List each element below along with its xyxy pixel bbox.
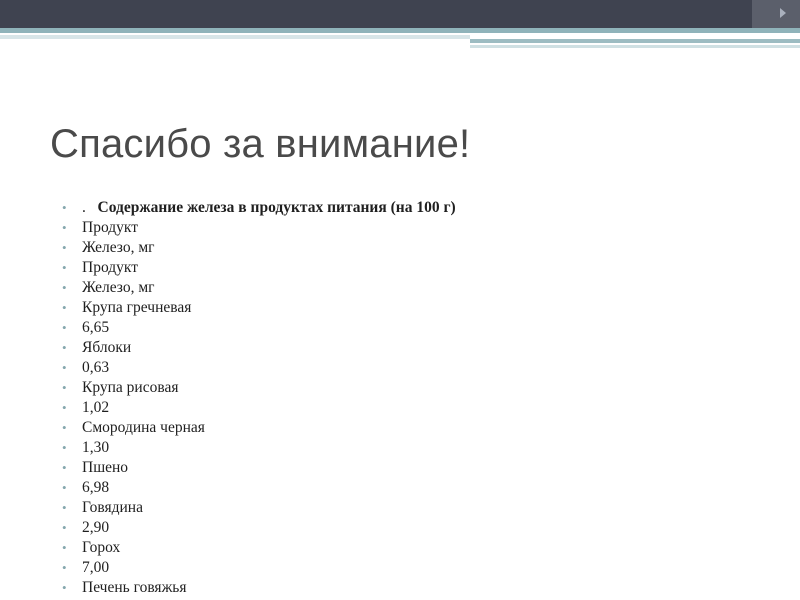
bullet-icon: •	[62, 200, 67, 215]
bullet-icon: •	[62, 380, 67, 395]
list-item-heading: • . Содержание железа в продуктах питани…	[62, 198, 782, 218]
list-item-text: 1,02	[82, 399, 110, 416]
bullet-icon: •	[62, 480, 67, 495]
list-item-text: Крупа рисовая	[82, 379, 179, 396]
list-item-text: Пшено	[82, 459, 129, 476]
list-item: • Крупа гречневая	[62, 298, 782, 318]
bullet-icon: •	[62, 280, 67, 295]
bullet-icon: •	[62, 500, 67, 515]
list-item: • 2,90	[62, 518, 782, 538]
list-item-text: 0,63	[82, 359, 110, 376]
bullet-icon: •	[62, 440, 67, 455]
bullet-icon: •	[62, 520, 67, 535]
bullet-icon: •	[62, 340, 67, 355]
list-item: • Печень говяжья	[62, 578, 782, 598]
list-item: • Говядина	[62, 498, 782, 518]
bullet-icon: •	[62, 560, 67, 575]
bullet-icon: •	[62, 240, 67, 255]
content-list: • . Содержание железа в продуктах питани…	[62, 198, 782, 598]
list-item-text: Яблоки	[82, 339, 132, 356]
heading-text: Содержание железа в продуктах питания (н…	[97, 199, 456, 216]
list-item: • Железо, мг	[62, 238, 782, 258]
slide-title: Спасибо за внимание!	[50, 122, 471, 166]
list-item: • 7,00	[62, 558, 782, 578]
list-item: • Продукт	[62, 258, 782, 278]
list-item-text: 2,90	[82, 519, 110, 536]
list-item-text: 1,30	[82, 439, 110, 456]
list-item-text: Говядина	[82, 499, 143, 516]
list-item: • Яблоки	[62, 338, 782, 358]
list-item-text: 6,98	[82, 479, 110, 496]
top-header-bar	[0, 0, 800, 28]
list-item: • 1,02	[62, 398, 782, 418]
list-item: • 6,65	[62, 318, 782, 338]
bullet-icon: •	[62, 220, 67, 235]
list-item: • 1,30	[62, 438, 782, 458]
bullet-icon: •	[62, 420, 67, 435]
bullet-icon: •	[62, 300, 67, 315]
list-item-text: Продукт	[82, 219, 138, 236]
top-header-bar-end	[752, 0, 800, 28]
bullet-icon: •	[62, 580, 67, 595]
list-item-text: 6,65	[82, 319, 110, 336]
list-item-text: Горох	[82, 539, 121, 556]
corner-arrow-icon	[780, 8, 786, 18]
bullet-icon: •	[62, 540, 67, 555]
list-item: • 6,98	[62, 478, 782, 498]
list-item: • 0,63	[62, 358, 782, 378]
accent-stripe	[0, 28, 800, 33]
slide: Спасибо за внимание! • . Содержание желе…	[0, 0, 800, 600]
list-item: • Крупа рисовая	[62, 378, 782, 398]
list-item-text: Смородина черная	[82, 419, 205, 436]
list-item: • Продукт	[62, 218, 782, 238]
bullet-icon: •	[62, 400, 67, 415]
list-item-text: Железо, мг	[82, 279, 155, 296]
accent-stripe	[0, 35, 470, 39]
bullet-icon: •	[62, 320, 67, 335]
list-item-text: Крупа гречневая	[82, 299, 192, 316]
bullet-icon: •	[62, 260, 67, 275]
list-item-text: 7,00	[82, 559, 110, 576]
heading-lead: .	[82, 199, 86, 216]
bullet-icon: •	[62, 460, 67, 475]
list-item: • Смородина черная	[62, 418, 782, 438]
bullet-icon: •	[62, 360, 67, 375]
list-item: • Железо, мг	[62, 278, 782, 298]
list-item-text: Печень говяжья	[82, 579, 187, 596]
accent-stripe	[470, 39, 800, 43]
list-item: • Горох	[62, 538, 782, 558]
list-item-text: Железо, мг	[82, 239, 155, 256]
list-item: • Пшено	[62, 458, 782, 478]
list-item-text: Продукт	[82, 259, 138, 276]
accent-stripe	[470, 45, 800, 48]
